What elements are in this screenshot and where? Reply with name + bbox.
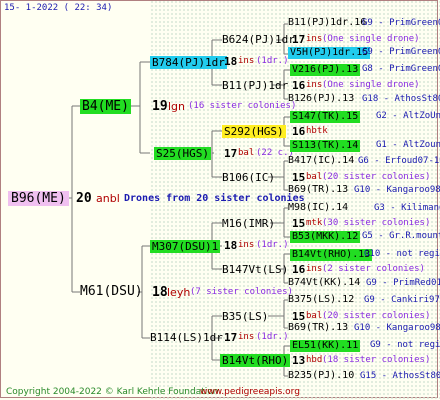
queen-m307[interactable]: M307(DSU)1	[150, 240, 221, 253]
m98-breeder: G3 - KilimandQ	[374, 203, 440, 213]
m307-drone-insemination: ins	[238, 240, 255, 250]
b147vt-drone-insemination: ins	[306, 264, 323, 274]
root-drone-count: 20	[76, 191, 92, 206]
b14vt-drone-count: 13	[292, 354, 306, 367]
b106-drone-note: (20 sister colonies)	[322, 172, 431, 182]
b35-drone-note: (20 sister colonies)	[322, 311, 431, 321]
m307-drone-count: 18	[224, 239, 238, 252]
queen-b235[interactable]: B235(PJ).10	[288, 371, 354, 381]
queen-m98[interactable]: M98(IC).14	[288, 203, 348, 213]
queen-m61[interactable]: M61(DSU)	[80, 285, 143, 298]
b235-breeder: G15 - AthosSt80R	[360, 371, 440, 381]
queen-s147[interactable]: S147(TK).15	[290, 111, 361, 123]
b624-drone-count: 17	[292, 33, 306, 46]
page-timestamp: 15- 1-2022 ( 22: 34)	[4, 3, 113, 13]
queen-el51[interactable]: EL51(KK).11	[290, 340, 361, 352]
queen-s113[interactable]: S113(TK).14	[290, 140, 361, 152]
m61-drone-note: (7 sister colonies)	[190, 287, 293, 297]
b784-drone-note: (1dr.)	[256, 56, 289, 66]
queen-b784[interactable]: B784(PJ)1dr	[150, 56, 227, 69]
m307-drone-note: (1dr.)	[256, 240, 289, 250]
queen-b147vt[interactable]: B147Vt(LS)	[222, 264, 288, 275]
b784-drone-insemination: ins	[238, 56, 255, 66]
queen-b11[interactable]: B11(PJ)1dr	[222, 80, 288, 91]
queen-v5h[interactable]: V5H(PJ)1dr.15	[288, 47, 371, 59]
el51-breeder: G9 - not registe	[370, 340, 440, 350]
v5h-breeder: G9 - PrimGreen00	[362, 47, 440, 57]
queen-v216[interactable]: V216(PJ).13	[290, 64, 361, 76]
b106-drone-count: 15	[292, 171, 306, 184]
b11-drone-note: (One single drone)	[322, 80, 420, 90]
b11-drone-insemination: ins	[306, 80, 323, 90]
queen-b69-b[interactable]: B69(TR).13	[288, 323, 348, 333]
footer-copyright: Copyright 2004-2022 © Karl Kehrle Founda…	[6, 387, 219, 397]
queen-b375[interactable]: B375(LS).12	[288, 295, 354, 305]
b14vt-13-breeder: G10 - not registe	[364, 249, 440, 259]
m61-drone-count: 18	[152, 285, 168, 300]
b147vt-drone-note: (2 sister colonies)	[322, 264, 425, 274]
m16-drone-insemination: mtk	[306, 218, 323, 228]
b4-drone-insemination: lgn	[168, 100, 186, 113]
queen-b69-a[interactable]: B69(TR).13	[288, 185, 348, 195]
b11-16-breeder: G9 - PrimGreen00	[362, 18, 440, 28]
queen-b14vt[interactable]: B14Vt(RHO)	[220, 354, 291, 367]
queen-b35[interactable]: B35(LS)	[222, 311, 268, 322]
queen-m16[interactable]: M16(IMR)	[222, 218, 275, 229]
queen-s292[interactable]: S292(HGS)	[222, 125, 286, 138]
queen-b4[interactable]: B4(ME)	[80, 99, 131, 114]
b126-breeder: G18 - AthosSt80R	[362, 94, 440, 104]
b14vt-drone-note: (18 sister colonies)	[322, 355, 431, 365]
b53-breeder: G5 - Gr.R.mounta	[362, 231, 440, 241]
queen-b624[interactable]: B624(PJ)1dr	[222, 34, 295, 45]
queen-b14vt-13[interactable]: B14Vt(RHO).13	[290, 249, 373, 261]
m61-drone-insemination: leyh	[167, 286, 191, 299]
root-drone-note: Drones from 20 sister colonies	[124, 193, 305, 204]
m16-drone-count: 15	[292, 217, 306, 230]
s25-drone-insemination: bal	[238, 148, 255, 158]
s147-breeder: G2 - AltZoUnQ	[376, 111, 440, 121]
s113-breeder: G1 - AltZounQ	[376, 140, 440, 150]
queen-b114[interactable]: B114(LS)1dr	[150, 332, 223, 343]
queen-b11-16[interactable]: B11(PJ)1dr.16	[288, 18, 366, 28]
b11-drone-count: 16	[292, 79, 306, 92]
b35-drone-count: 15	[292, 310, 306, 323]
b114-drone-note: (1dr.)	[256, 332, 289, 342]
b4-drone-note: (16 sister colonies)	[188, 101, 297, 111]
b69-a-breeder: G10 - Kangaroo98R	[354, 185, 440, 195]
b106-drone-insemination: bal	[306, 172, 323, 182]
b69-b-breeder: G10 - Kangaroo98R	[354, 323, 440, 333]
queen-b126[interactable]: B126(PJ).13	[288, 94, 354, 104]
b417-breeder: G6 - Erfoud07-1Q	[358, 156, 440, 166]
b74vt-breeder: G9 - PrimRed01	[366, 278, 440, 288]
s25-drone-count: 17	[224, 147, 238, 160]
b624-drone-note: (One single drone)	[322, 34, 420, 44]
b147vt-drone-count: 16	[292, 263, 306, 276]
queen-s25[interactable]: S25(HGS)	[154, 147, 211, 160]
root-drone-insemination: anbl	[96, 192, 120, 205]
b375-breeder: G9 - Cankiri97Q	[364, 295, 440, 305]
b35-drone-insemination: bal	[306, 311, 323, 321]
queen-b53[interactable]: B53(MKK).12	[290, 231, 361, 243]
m16-drone-note: (30 sister colonies)	[322, 218, 431, 228]
b624-drone-insemination: ins	[306, 34, 323, 44]
queen-b74vt[interactable]: B74Vt(KK).14	[288, 278, 360, 288]
s292-drone-count: 16	[292, 125, 306, 138]
b114-drone-count: 17	[224, 331, 238, 344]
b114-drone-insemination: ins	[238, 332, 255, 342]
b784-drone-count: 18	[224, 55, 238, 68]
queen-b417[interactable]: B417(IC).14	[288, 156, 354, 166]
s292-drone-insemination: hbtk	[306, 126, 328, 136]
b4-drone-count: 19	[152, 99, 168, 114]
footer-website[interactable]: www.pedigreeapis.org	[200, 388, 300, 397]
b14vt-drone-insemination: hbd	[306, 355, 323, 365]
root-queen[interactable]: B96(ME)	[8, 191, 69, 206]
queen-b106[interactable]: B106(IC)	[222, 172, 275, 183]
v216-breeder: G8 - PrimGreen00	[362, 64, 440, 74]
